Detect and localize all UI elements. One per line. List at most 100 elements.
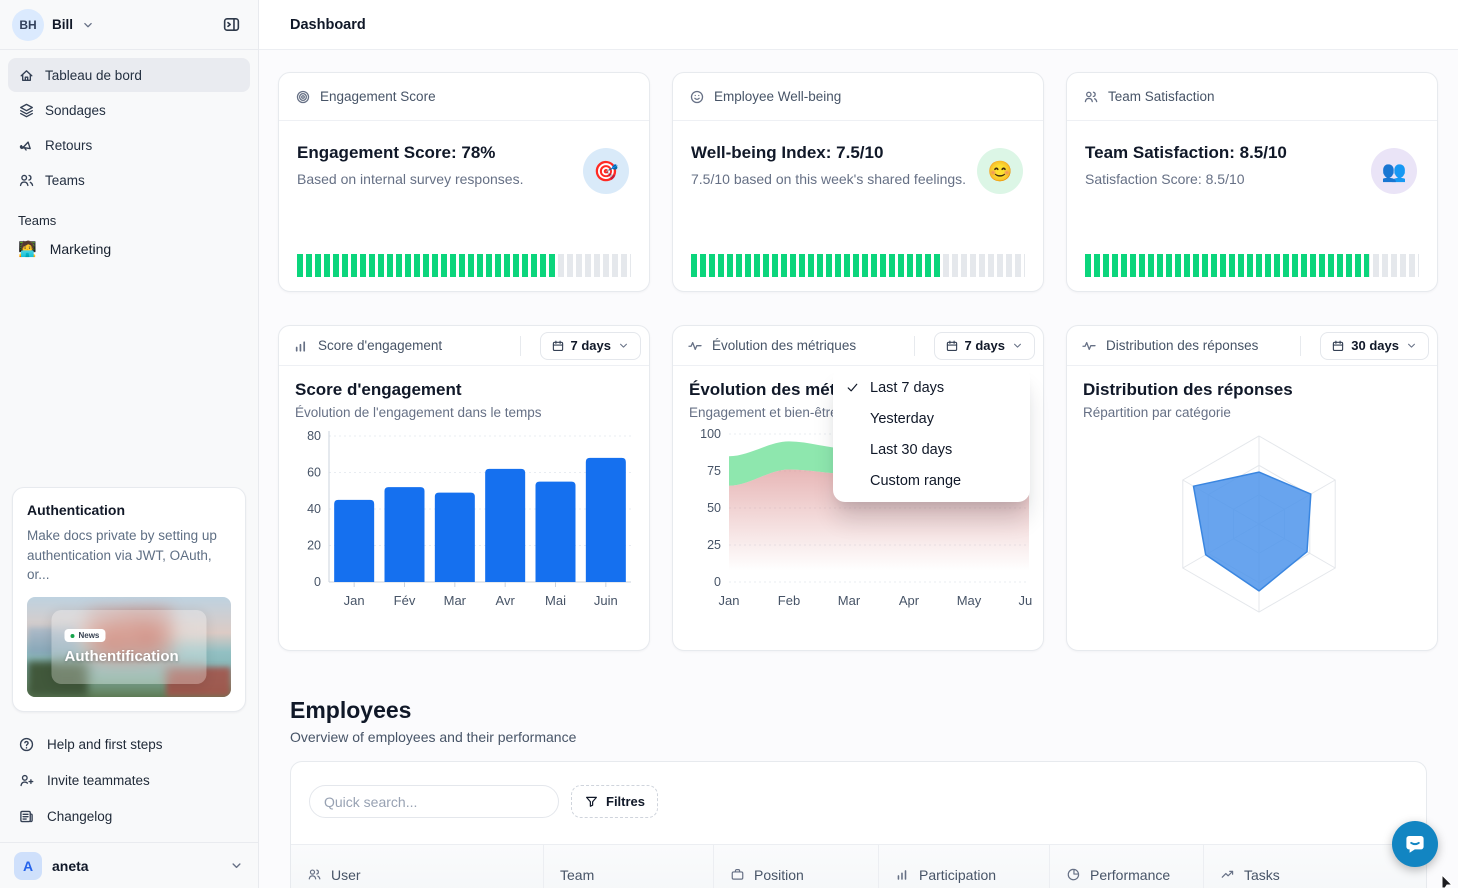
workspace-switcher[interactable]: A aneta (0, 842, 258, 888)
chart-card-body: Score d'engagement Évolution de l'engage… (279, 366, 649, 612)
stat-progress-bar (691, 254, 1025, 277)
svg-text:80: 80 (307, 429, 321, 443)
chart-card-header: Évolution des métriques 7 days (673, 326, 1043, 366)
pie-icon (1066, 867, 1081, 882)
sidebar-item-tableau-de-bord[interactable]: Tableau de bord (8, 58, 250, 92)
svg-text:40: 40 (307, 502, 321, 516)
funnel-icon (584, 794, 599, 809)
sidebar-item-changelog[interactable]: Changelog (8, 798, 250, 834)
radar-chart (1083, 426, 1427, 622)
promo-card[interactable]: Authentication Make docs private by sett… (12, 487, 246, 712)
filters-button[interactable]: Filtres (571, 785, 658, 818)
menu-item-custom-range[interactable]: Custom range (833, 465, 1030, 496)
promo-image[interactable]: News Authentification (27, 597, 231, 697)
chat-bubble-icon (1403, 832, 1427, 856)
menu-item-last-30-days[interactable]: Last 30 days (833, 434, 1030, 465)
employees-table-card: Filtres User Team Position Participation… (290, 761, 1427, 888)
chevron-down-icon (1405, 339, 1418, 352)
stat-card-body: Team Satisfaction: 8.5/10 Satisfaction S… (1067, 121, 1437, 187)
promo-description: Make docs private by setting up authenti… (27, 526, 231, 585)
chart-card-header: Distribution des réponses 30 days (1067, 326, 1437, 366)
chart-bars-icon (895, 867, 910, 882)
column-header-user[interactable]: User (291, 845, 543, 888)
svg-text:Fév: Fév (394, 593, 416, 608)
chart-bars-icon (293, 338, 309, 354)
sidebar-item-teams[interactable]: Teams (8, 163, 250, 197)
svg-text:Juin: Juin (594, 593, 618, 608)
svg-text:Avr: Avr (496, 593, 516, 608)
menu-item-label: Yesterday (870, 411, 934, 427)
column-header-label: Performance (1090, 867, 1170, 883)
promo-image-caption: Authentification (64, 648, 193, 665)
sidebar-item-help-and-first-steps[interactable]: Help and first steps (8, 726, 250, 762)
stat-card-header: Engagement Score (279, 73, 649, 121)
stat-card-2: Team Satisfaction Team Satisfaction: 8.5… (1066, 72, 1438, 292)
column-header-participation[interactable]: Participation (878, 845, 1049, 888)
column-header-position[interactable]: Position (713, 845, 878, 888)
stat-card-body: Well-being Index: 7.5/10 7.5/10 based on… (673, 121, 1043, 187)
table-header-row: User Team Position Participation Perform… (291, 844, 1426, 888)
briefcase-icon (730, 867, 745, 882)
stat-headline: Engagement Score: 78% (297, 143, 631, 163)
date-range-label: 30 days (1351, 338, 1399, 353)
column-header-label: Tasks (1244, 867, 1280, 883)
sidebar-item-label: Teams (45, 173, 85, 188)
chart-plot: 020406080JanFévMarAvrMaiJuin (295, 426, 633, 612)
stat-headline: Well-being Index: 7.5/10 (691, 143, 1025, 163)
chevron-down-icon (229, 858, 244, 873)
calendar-icon (551, 339, 565, 353)
svg-text:Feb: Feb (778, 593, 800, 608)
megaphone-icon (18, 137, 35, 154)
sidebar-item-sondages[interactable]: Sondages (8, 93, 250, 127)
teams-list: 🧑‍💻Marketing (0, 231, 258, 267)
menu-item-label: Last 7 days (870, 380, 944, 396)
sidebar-item-invite-teammates[interactable]: Invite teammates (8, 762, 250, 798)
chart-card-2: Distribution des réponses 30 days Distri… (1066, 325, 1438, 651)
date-range-label: 7 days (571, 338, 611, 353)
svg-text:Jan: Jan (719, 593, 740, 608)
trend-icon (1220, 867, 1235, 882)
column-header-team[interactable]: Team (543, 845, 713, 888)
date-range-button[interactable]: 7 days (934, 332, 1035, 360)
user-avatar[interactable]: BH (12, 9, 44, 41)
divider (914, 336, 915, 356)
search-input[interactable] (309, 785, 559, 818)
page-title: Dashboard (290, 17, 366, 33)
top-bar: Dashboard (259, 0, 1458, 50)
menu-item-yesterday[interactable]: Yesterday (833, 403, 1030, 434)
stat-emoji-badge: 👥 (1371, 148, 1417, 194)
sidebar-nav: Tableau de bord SondagesRetours Teams (0, 50, 258, 198)
menu-item-last-7-days[interactable]: Last 7 days (833, 372, 1030, 403)
mouse-cursor (1441, 874, 1458, 888)
stat-subtext: Based on internal survey responses. (297, 171, 631, 187)
changelog-icon (18, 808, 35, 825)
chart-card-header: Score d'engagement 7 days (279, 326, 649, 366)
sidebar-item-retours[interactable]: Retours (8, 128, 250, 162)
collapse-sidebar-button[interactable] (216, 10, 246, 40)
divider (520, 336, 521, 356)
team-item-marketing[interactable]: 🧑‍💻Marketing (0, 231, 258, 267)
chart-card-header-title: Évolution des métriques (712, 338, 856, 353)
stat-progress-bar (1085, 254, 1419, 277)
menu-item-label: Last 30 days (870, 442, 952, 458)
svg-text:50: 50 (707, 501, 721, 515)
promo-title: Authentication (27, 502, 231, 518)
date-range-button[interactable]: 7 days (540, 332, 641, 360)
date-range-button[interactable]: 30 days (1320, 332, 1429, 360)
sidebar-item-label: Tableau de bord (45, 68, 142, 83)
chat-launcher-button[interactable] (1392, 821, 1438, 867)
user-name[interactable]: Bill (52, 17, 73, 32)
svg-text:0: 0 (314, 575, 321, 589)
workspace-avatar: A (14, 852, 42, 880)
date-range-menu: Last 7 days Yesterday Last 30 days Custo… (833, 366, 1030, 502)
column-header-label: Position (754, 867, 804, 883)
stat-card-header-title: Employee Well-being (714, 89, 841, 104)
promo-image-overlay: News Authentification (51, 610, 206, 684)
column-header-performance[interactable]: Performance (1049, 845, 1203, 888)
calendar-icon (945, 339, 959, 353)
team-label: Marketing (50, 241, 111, 257)
chart-title: Score d'engagement (295, 380, 633, 400)
target-icon (295, 89, 311, 105)
stat-card-header-title: Team Satisfaction (1108, 89, 1215, 104)
chart-plot (1083, 426, 1421, 622)
